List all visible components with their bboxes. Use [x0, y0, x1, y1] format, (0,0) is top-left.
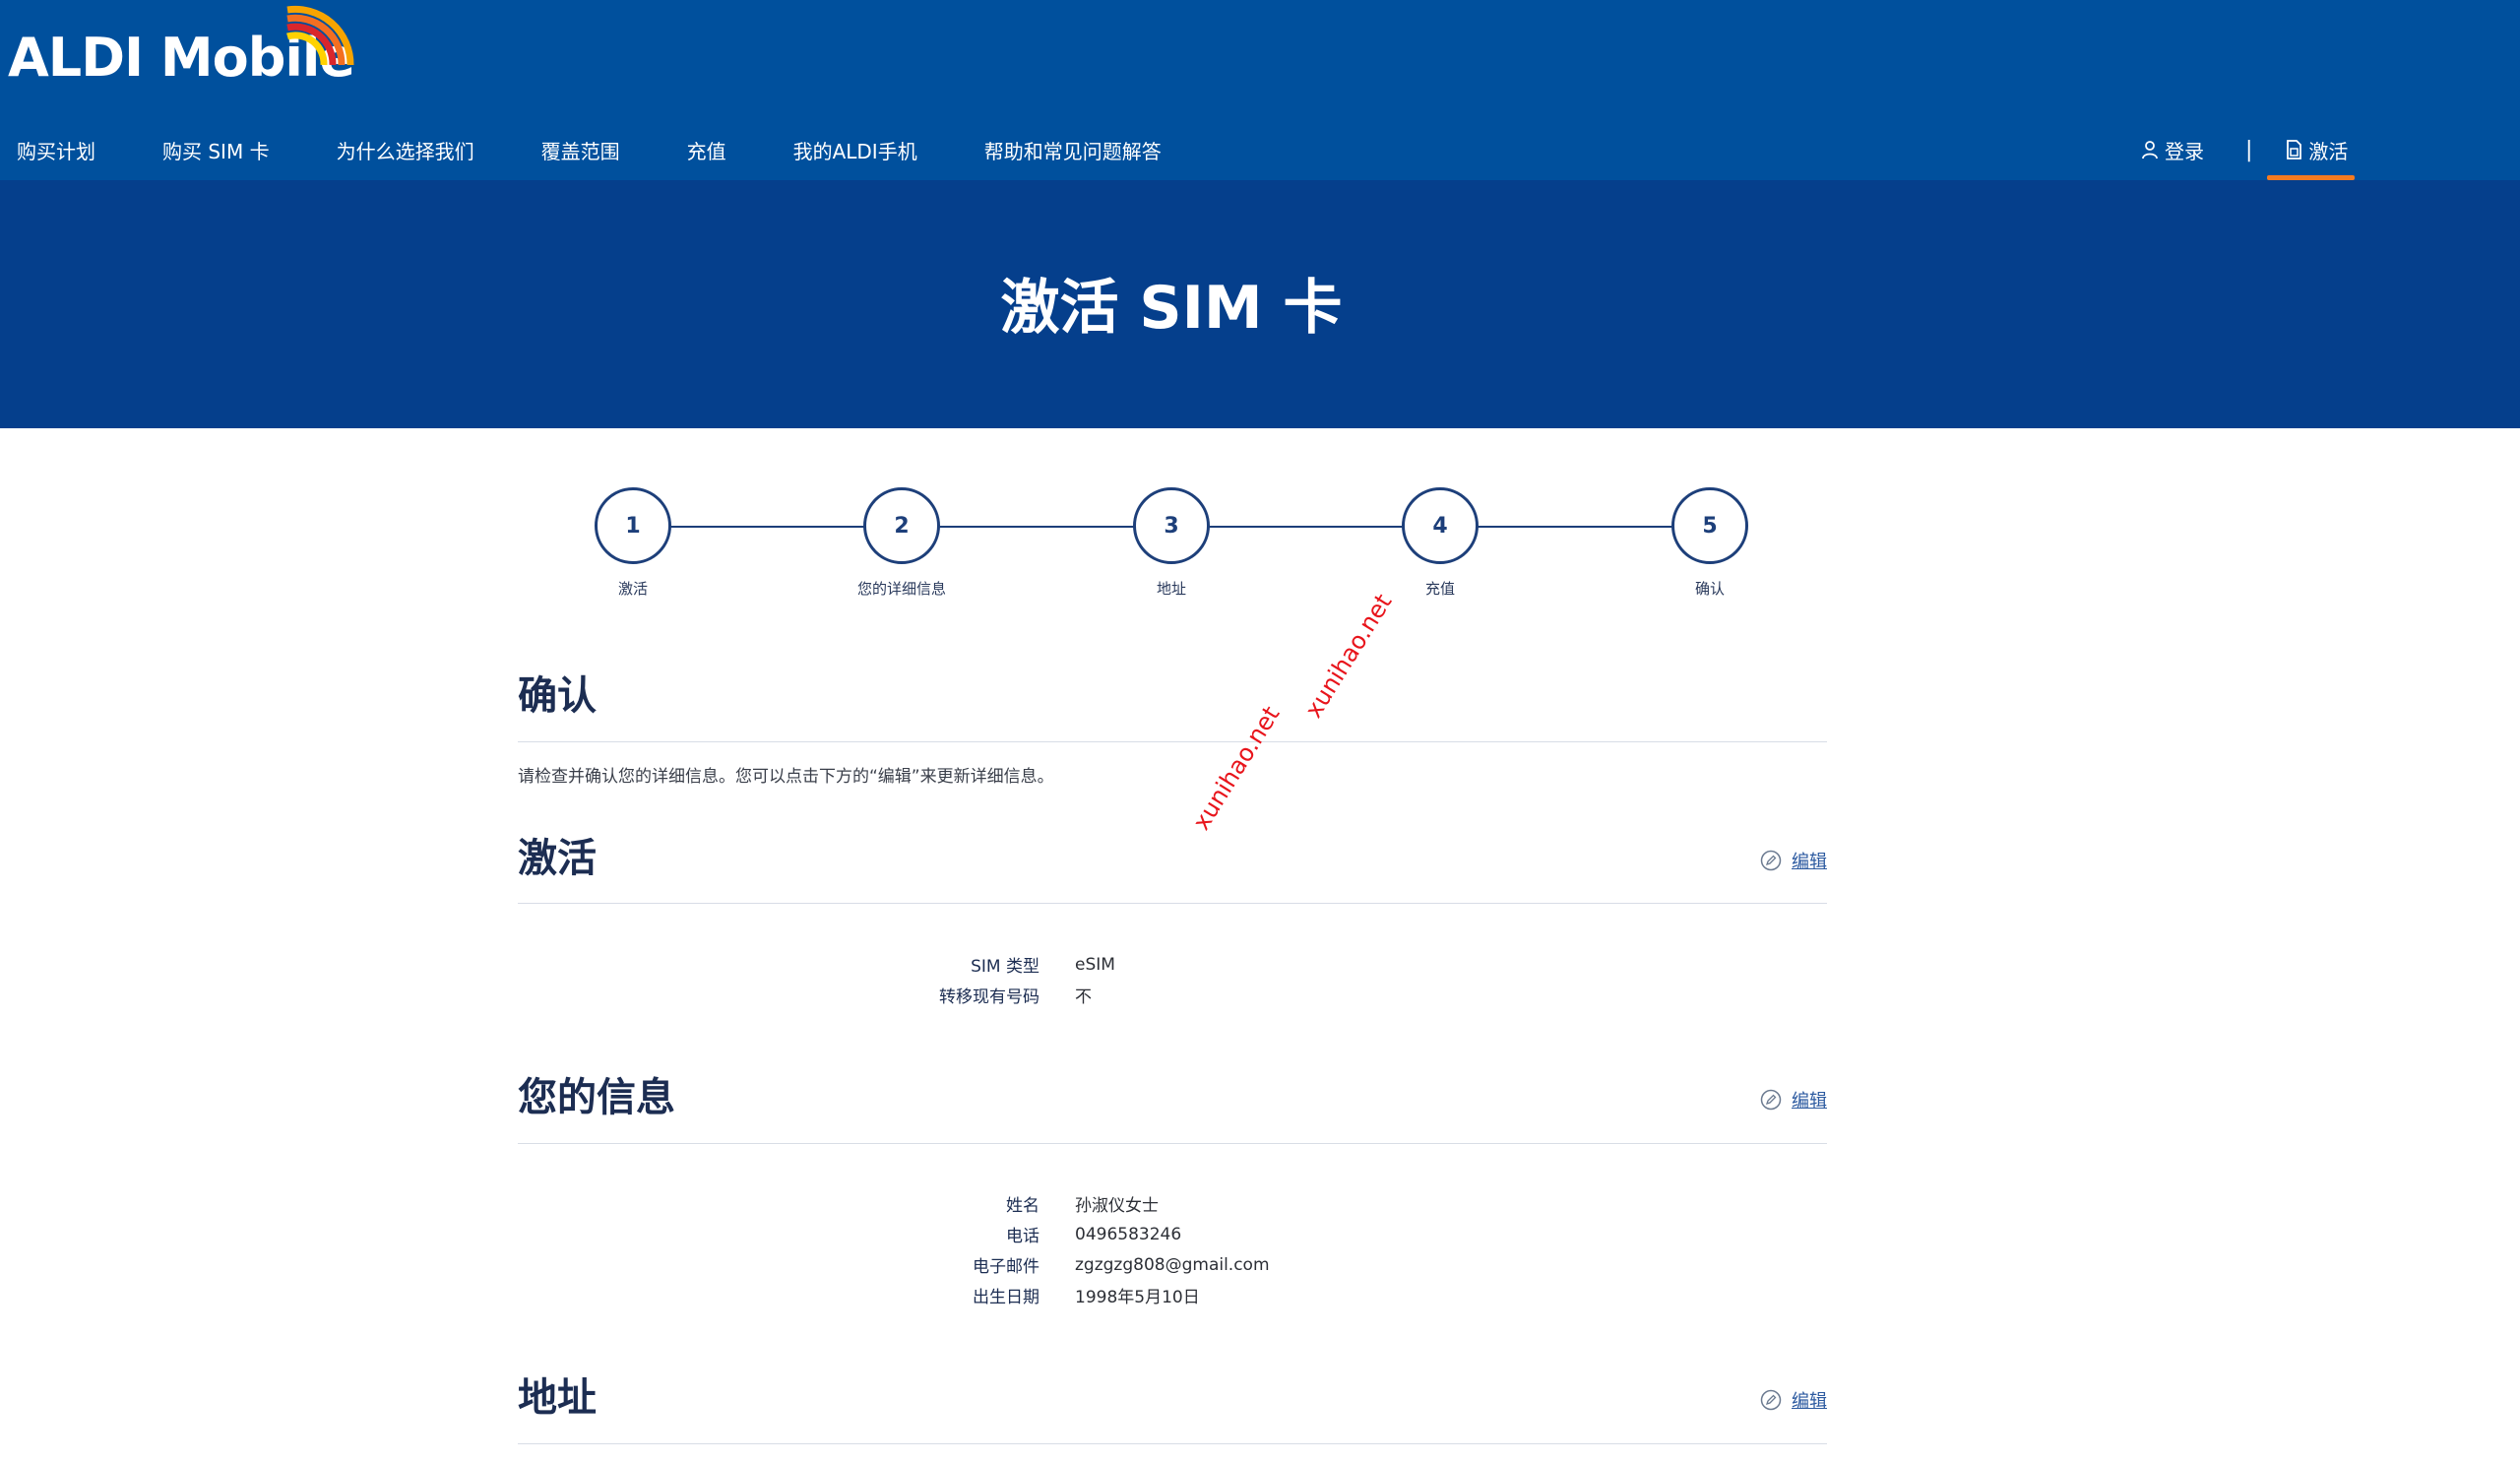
watermark-text: xunihao.net [1299, 589, 1398, 723]
detail-row-sim-type: SIM 类型 eSIM [518, 949, 1827, 980]
divider [518, 1143, 1827, 1144]
step-number: 4 [1402, 487, 1479, 564]
nav-help-faq[interactable]: 帮助和常见问题解答 [984, 136, 1162, 164]
detail-row-name: 姓名 孙淑仪女士 [518, 1188, 1827, 1219]
step-number: 3 [1133, 487, 1210, 564]
nav-my-aldi-mobile[interactable]: 我的ALDI手机 [793, 136, 917, 164]
divider [518, 741, 1827, 742]
detail-value: 1998年5月10日 [1075, 1288, 1200, 1307]
step-4: 4 充值 [1342, 487, 1539, 599]
step-2: 2 您的详细信息 [803, 487, 1000, 599]
edit-your-info-link[interactable]: 编辑 [1760, 1087, 1827, 1113]
detail-label: 电子邮件 [973, 1257, 1040, 1277]
detail-row-email: 电子邮件 zgzgzg808@gmail.com [518, 1249, 1827, 1280]
edit-pencil-icon [1760, 1089, 1782, 1111]
page-title: 激活 SIM 卡 [1000, 274, 1343, 343]
detail-value: 不 [1075, 987, 1092, 1007]
watermark-text: xunihao.net [1187, 701, 1286, 835]
detail-row-phone: 电话 0496583246 [518, 1219, 1827, 1249]
step-5: 5 确认 [1611, 487, 1808, 599]
edit-label: 编辑 [1792, 1091, 1827, 1112]
step-number: 5 [1671, 487, 1748, 564]
activation-details: SIM 类型 eSIM 转移现有号码 不 [518, 949, 1827, 1010]
step-number: 1 [595, 487, 671, 564]
logo-rainbow-icon [286, 5, 354, 66]
detail-label: SIM 类型 [971, 957, 1040, 977]
detail-label: 姓名 [1006, 1196, 1040, 1216]
detail-value: 孙淑仪女士 [1075, 1196, 1159, 1216]
nav-buy-plans[interactable]: 购买计划 [17, 136, 95, 164]
main-nav: 购买计划 购买 SIM 卡 为什么选择我们 覆盖范围 充值 我的ALDI手机 帮… [0, 130, 1228, 169]
edit-address-link[interactable]: 编辑 [1760, 1387, 1827, 1413]
activate-label: 激活 [2308, 139, 2349, 163]
detail-label: 出生日期 [973, 1288, 1040, 1307]
edit-label: 编辑 [1792, 852, 1827, 872]
detail-value: eSIM [1075, 954, 1115, 975]
utility-nav: 登录 | 激活 [2142, 130, 2348, 169]
nav-why-us[interactable]: 为什么选择我们 [337, 136, 474, 164]
step-label: 确认 [1694, 580, 1725, 598]
detail-value: zgzgzg808@gmail.com [1075, 1254, 1270, 1275]
user-icon [2142, 141, 2158, 159]
hero-banner: 激活 SIM 卡 [0, 180, 2520, 428]
sim-card-icon [2287, 140, 2302, 159]
edit-pencil-icon [1760, 850, 1782, 871]
login-link[interactable]: 登录 [2142, 136, 2204, 164]
nav-buy-sim[interactable]: 购买 SIM 卡 [162, 136, 270, 164]
edit-pencil-icon [1760, 1389, 1782, 1411]
address-heading: 地址 [518, 1374, 597, 1421]
login-label: 登录 [2165, 139, 2204, 163]
your-info-details: 姓名 孙淑仪女士 电话 0496583246 电子邮件 zgzgzg808@gm… [518, 1188, 1827, 1310]
progress-stepper: 1 激活 2 您的详细信息 3 地址 4 充值 5 确认 [0, 487, 2520, 605]
site-header: ALDI Mobile 购买计划 购买 SIM 卡 为什么选择我们 覆盖范围 充… [0, 0, 2520, 180]
edit-activation-link[interactable]: 编辑 [1760, 848, 1827, 873]
detail-row-port-number: 转移现有号码 不 [518, 980, 1827, 1010]
detail-row-dob: 出生日期 1998年5月10日 [518, 1280, 1827, 1310]
step-label: 您的详细信息 [856, 580, 946, 598]
step-label: 激活 [617, 580, 648, 598]
activation-heading: 激活 [518, 835, 597, 881]
step-3: 3 地址 [1073, 487, 1270, 599]
divider [518, 903, 1827, 904]
nav-coverage[interactable]: 覆盖范围 [541, 136, 620, 164]
detail-value: 0496583246 [1075, 1224, 1182, 1244]
nav-separator: | [2245, 137, 2253, 162]
your-info-heading: 您的信息 [518, 1074, 675, 1120]
step-number: 2 [863, 487, 940, 564]
divider [518, 1443, 1827, 1444]
activate-link[interactable]: 激活 [2286, 136, 2348, 164]
detail-label: 电话 [1006, 1227, 1040, 1246]
confirm-intro: 请检查并确认您的详细信息。您可以点击下方的“编辑”来更新详细信息。 [518, 767, 1054, 787]
confirm-heading: 确认 [518, 672, 597, 719]
edit-label: 编辑 [1792, 1391, 1827, 1412]
step-1: 1 激活 [535, 487, 731, 599]
detail-label: 转移现有号码 [939, 987, 1040, 1007]
nav-recharge[interactable]: 充值 [687, 136, 726, 164]
step-label: 地址 [1156, 580, 1186, 598]
